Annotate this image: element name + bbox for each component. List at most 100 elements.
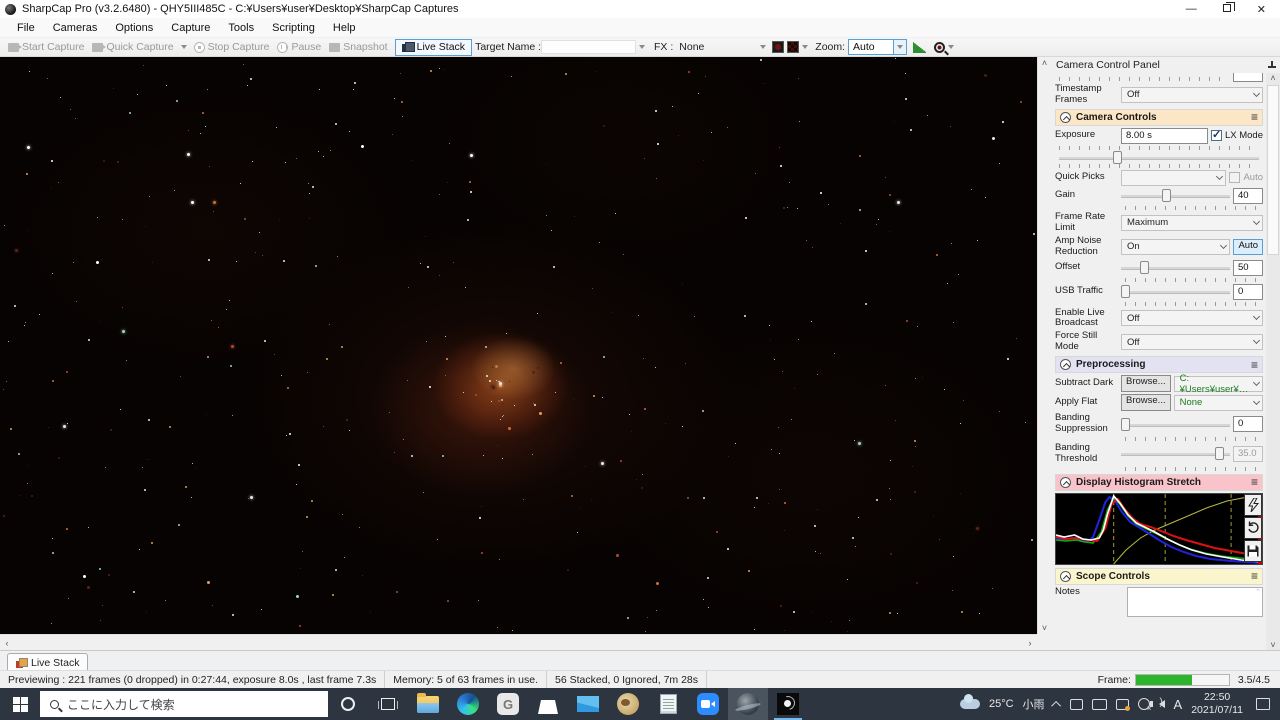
quick-capture-dropdown-icon[interactable] [180,45,187,49]
taskbar-mail[interactable] [568,688,608,720]
menu-capture[interactable]: Capture [162,20,219,36]
zoom-dropdown-button[interactable] [893,40,907,54]
stop-capture-button[interactable]: Stop Capture [190,40,274,54]
scope-controls-header[interactable]: Scope Controls ≡ [1055,567,1263,585]
clock[interactable]: 22:50 2021/07/11 [1191,691,1243,717]
magnifier-dropdown-icon[interactable] [948,45,955,49]
slider-thumb[interactable] [1214,447,1224,461]
dark-frame-icon[interactable] [772,41,785,53]
tray-display-icon[interactable] [1115,698,1130,711]
network-icon[interactable] [1137,698,1152,713]
panel-scrollbar[interactable]: ˄ ˅ [1266,73,1280,650]
histogram-display[interactable] [1055,492,1263,565]
ime-indicator[interactable]: A [1174,697,1183,712]
section-menu-icon[interactable]: ≡ [1251,110,1258,124]
section-menu-icon[interactable]: ≡ [1251,358,1258,372]
taskbar-paint-app[interactable] [608,688,648,720]
exposure-input[interactable]: 8.00 s [1121,127,1208,144]
gain-slider[interactable] [1121,189,1230,203]
preprocessing-header[interactable]: Preprocessing ≡ [1055,356,1263,374]
magnifier-icon[interactable] [934,41,946,53]
fx-dropdown-icon[interactable] [760,45,767,49]
target-name-dropdown-icon[interactable] [639,45,646,49]
cortana-button[interactable] [328,688,368,720]
scroll-right-icon[interactable]: › [1023,638,1037,648]
menu-options[interactable]: Options [106,20,162,36]
taskbar-sharpcap[interactable] [728,688,768,720]
force-still-mode-select[interactable]: Off [1121,334,1263,351]
slider-thumb[interactable] [1162,189,1172,203]
camera-controls-header[interactable]: Camera Controls ≡ [1055,108,1263,126]
subtract-dark-select[interactable]: C:¥Users¥user¥… [1173,373,1263,395]
start-capture-button[interactable]: Start Capture [4,40,88,54]
save-stretch-button[interactable] [1244,539,1262,562]
volume-icon[interactable] [1149,697,1165,708]
reset-stretch-button[interactable] [1244,516,1262,539]
banding-suppression-slider[interactable] [1121,417,1230,431]
slider-thumb[interactable] [1121,417,1130,431]
menu-tools[interactable]: Tools [219,20,263,36]
frame-rate-limit-select[interactable]: Maximum [1121,214,1263,231]
lx-mode-checkbox[interactable] [1210,128,1222,142]
close-button[interactable]: ✕ [1257,3,1266,16]
taskbar-app-g[interactable]: G [488,688,528,720]
taskbar-search-input[interactable]: ここに入力して検索 [40,691,328,717]
quick-capture-button[interactable]: Quick Capture [88,40,177,54]
banding-threshold-slider[interactable] [1121,447,1230,461]
scrollbar-thumb[interactable] [1267,85,1279,255]
banding-suppression-value[interactable]: 0 [1233,416,1263,433]
scroll-down-icon[interactable]: ˅ [1266,640,1280,650]
exposure-slider[interactable] [1059,150,1259,164]
apply-flat-select[interactable]: None [1173,394,1263,411]
pin-icon[interactable] [1268,61,1276,69]
weather-temp[interactable]: 25°C [989,698,1014,710]
taskbar-store[interactable] [528,688,568,720]
live-preview-image[interactable] [0,57,1037,634]
collapse-icon[interactable] [1060,476,1071,488]
taskbar-zoom[interactable] [688,688,728,720]
offset-slider[interactable] [1121,261,1230,275]
section-menu-icon[interactable]: ≡ [1251,475,1258,489]
tab-live-stack[interactable]: Live Stack [7,653,89,671]
auto-stretch-button[interactable] [1244,493,1262,516]
taskbar-notepad[interactable] [648,688,688,720]
show-hidden-icons-button[interactable] [1050,700,1061,711]
amp-noise-reduction-select[interactable]: On [1121,238,1231,255]
pause-button[interactable]: Pause [273,40,325,54]
start-button[interactable] [0,688,40,720]
menu-scripting[interactable]: Scripting [263,20,324,36]
menu-help[interactable]: Help [324,20,365,36]
taskbar-edge[interactable] [448,688,488,720]
usb-traffic-value[interactable]: 0 [1233,283,1263,300]
display-histogram-stretch-header[interactable]: Display Histogram Stretch ≡ [1055,473,1263,491]
image-horizontal-scrollbar[interactable]: ‹ › [0,634,1037,650]
minimize-button[interactable]: — [1186,3,1197,15]
apply-flat-browse-button[interactable]: Browse... [1121,394,1171,412]
section-menu-icon[interactable]: ≡ [1251,569,1258,583]
image-vertical-scrollbar[interactable]: ˄ ˅ [1037,57,1050,634]
collapse-icon[interactable] [1060,570,1071,582]
timestamp-frames-select[interactable]: Off [1121,86,1263,103]
target-name-input[interactable] [541,40,637,54]
task-view-button[interactable] [368,688,408,720]
menu-file[interactable]: File [8,20,44,36]
usb-traffic-slider[interactable] [1121,285,1230,299]
collapse-icon[interactable] [1060,359,1071,371]
notes-textarea[interactable] [1127,586,1263,617]
enable-live-broadcast-select[interactable]: Off [1121,310,1263,327]
slider-thumb[interactable] [1113,150,1122,164]
weather-desc[interactable]: 小雨 [1023,696,1045,712]
slider-thumb[interactable] [1121,285,1130,299]
histogram-tool-icon[interactable] [913,41,927,53]
tray-pen-icon[interactable] [1091,698,1107,710]
weather-icon[interactable] [959,694,980,709]
menu-cameras[interactable]: Cameras [44,20,107,36]
quick-picks-select[interactable] [1121,169,1227,186]
frames-dropdown-icon[interactable] [802,45,809,49]
gain-value[interactable]: 40 [1233,187,1263,204]
live-stack-button[interactable]: Live Stack [394,38,473,56]
zoom-select[interactable]: Auto [848,39,908,55]
fx-select[interactable]: None [679,41,757,53]
taskbar-file-explorer[interactable] [408,688,448,720]
snapshot-button[interactable]: Snapshot [325,40,391,54]
